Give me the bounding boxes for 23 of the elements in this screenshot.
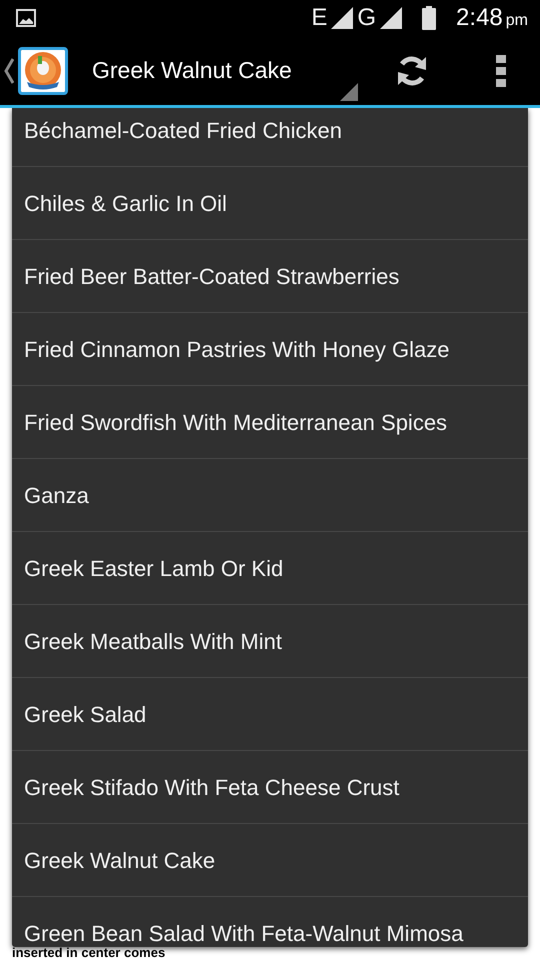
dropdown-item[interactable]: Greek Easter Lamb Or Kid [12, 532, 528, 605]
dropdown-item[interactable]: Ganza [12, 459, 528, 532]
clock: 2:48 pm [456, 3, 528, 33]
battery-icon [422, 6, 436, 30]
dropdown-item[interactable]: Greek Meatballs With Mint [12, 605, 528, 678]
spinner-triangle-icon [340, 82, 358, 100]
dropdown-item[interactable]: Greek Salad [12, 678, 528, 751]
dropdown-item[interactable]: Greek Stifado With Feta Cheese Crust [12, 751, 528, 824]
body-text: inserted in center comes [12, 946, 166, 960]
network-type-label: E [311, 6, 328, 30]
dropdown-item[interactable]: Chiles & Garlic In Oil [12, 167, 528, 240]
up-caret-icon[interactable] [4, 56, 14, 84]
dropdown-item[interactable]: Greek Walnut Cake [12, 824, 528, 897]
picture-notification-icon [16, 9, 36, 27]
dropdown-item[interactable]: Béchamel-Coated Fried Chicken [12, 108, 528, 167]
dropdown-item[interactable]: Fried Swordfish With Mediterranean Spices [12, 386, 528, 459]
dropdown-item[interactable]: Fried Beer Batter-Coated Strawberries [12, 240, 528, 313]
network-type-label: G [357, 6, 376, 30]
dropdown-item[interactable]: Fried Cinnamon Pastries With Honey Glaze [12, 313, 528, 386]
overflow-menu-icon[interactable] [496, 54, 506, 86]
dropdown-item[interactable]: Green Bean Salad With Feta-Walnut Mimosa [12, 897, 528, 947]
signal-icon [331, 7, 354, 29]
signal-icon [380, 7, 402, 29]
